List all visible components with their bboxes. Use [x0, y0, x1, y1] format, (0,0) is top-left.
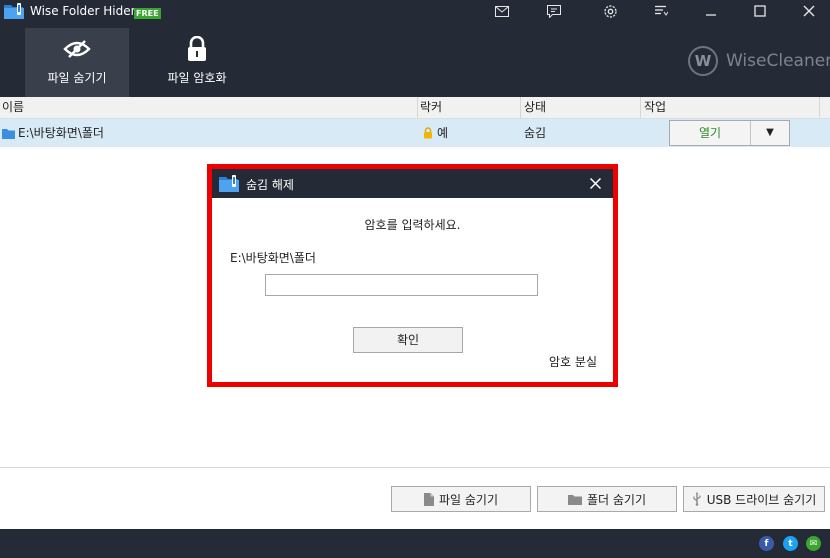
hide-folder-label: 폴더 숨기기	[586, 492, 646, 507]
row-name-cell: E:\바탕화면\폴더	[2, 119, 104, 147]
dialog-close-icon[interactable]	[587, 175, 603, 191]
column-header-status[interactable]: 상태	[522, 97, 546, 119]
file-icon	[423, 492, 434, 506]
forgot-password-link[interactable]: 암호 분실	[549, 353, 597, 370]
row-locker-cell: 예	[423, 119, 448, 147]
usb-icon	[692, 492, 702, 506]
app-logo-icon	[3, 2, 25, 20]
brand-name: WiseCleaner	[726, 51, 830, 71]
column-divider[interactable]	[640, 97, 641, 119]
free-badge: FREE	[134, 8, 161, 19]
menu-icon[interactable]	[652, 2, 670, 20]
tab-label: 파일 숨기기	[47, 71, 107, 85]
bottom-divider	[0, 467, 830, 468]
hide-usb-button[interactable]: USB 드라이브 숨기기	[683, 486, 825, 512]
app-window: Wise Folder Hider FREE 파일 숨기기 파일 암호화 W W…	[0, 0, 830, 558]
tab-label: 파일 암호화	[167, 71, 227, 85]
dialog-title: 숨김 해제	[246, 178, 294, 192]
folder-icon	[2, 128, 15, 139]
folder-path: E:\바탕화면\폴더	[230, 251, 316, 265]
eye-slash-icon	[63, 37, 91, 61]
header: Wise Folder Hider FREE 파일 숨기기 파일 암호화 W W…	[0, 0, 830, 97]
folder-icon	[567, 494, 582, 505]
titlebar: Wise Folder Hider FREE	[0, 0, 830, 22]
hide-file-button[interactable]: 파일 숨기기	[391, 486, 531, 512]
lock-icon	[186, 36, 208, 61]
minimize-icon[interactable]	[702, 2, 720, 20]
hide-folder-button[interactable]: 폴더 숨기기	[537, 486, 677, 512]
brand-logo: W WiseCleaner	[688, 46, 830, 76]
column-header-action[interactable]: 작업	[642, 97, 666, 119]
open-dropdown-button[interactable]: ▼	[751, 121, 789, 145]
ok-button[interactable]: 확인	[353, 327, 463, 353]
unhide-dialog: 숨김 해제 암호를 입력하세요. E:\바탕화면\폴더 확인 암호 분실	[212, 169, 613, 382]
feedback-icon[interactable]	[545, 2, 563, 20]
maximize-icon[interactable]	[751, 2, 769, 20]
open-split-button: 열기 ▼	[669, 120, 790, 146]
close-icon[interactable]	[800, 2, 818, 20]
twitter-icon[interactable]: t	[783, 536, 798, 551]
brand-mark: W	[688, 46, 718, 76]
column-header-name[interactable]: 이름	[0, 97, 24, 119]
column-divider[interactable]	[520, 97, 521, 119]
lock-icon	[423, 127, 433, 139]
row-name: E:\바탕화면\폴더	[18, 126, 104, 140]
password-input[interactable]	[265, 274, 538, 296]
hide-file-label: 파일 숨기기	[438, 492, 498, 507]
row-status: 숨김	[524, 126, 547, 140]
facebook-icon[interactable]: f	[759, 536, 774, 551]
app-logo-icon	[218, 174, 240, 193]
column-header-locker[interactable]: 락커	[418, 97, 442, 119]
password-prompt: 암호를 입력하세요.	[364, 218, 461, 232]
tab-hide-files[interactable]: 파일 숨기기	[25, 28, 129, 97]
table-header: 이름 락커 상태 작업	[0, 97, 830, 119]
open-button[interactable]: 열기	[670, 121, 750, 145]
mail-icon[interactable]	[493, 2, 511, 20]
statusbar	[0, 529, 830, 558]
dialog-titlebar: 숨김 해제	[212, 169, 613, 198]
hide-usb-label: USB 드라이브 숨기기	[706, 492, 817, 507]
app-title: Wise Folder Hider	[30, 4, 136, 18]
table-row[interactable]: E:\바탕화면\폴더 예 숨김 열기 ▼	[0, 119, 830, 147]
row-locker: 예	[437, 126, 449, 140]
settings-icon[interactable]	[601, 2, 619, 20]
email-icon[interactable]: ✉	[806, 536, 821, 551]
tab-encrypt-files[interactable]: 파일 암호화	[145, 28, 249, 97]
column-divider[interactable]	[819, 97, 820, 119]
